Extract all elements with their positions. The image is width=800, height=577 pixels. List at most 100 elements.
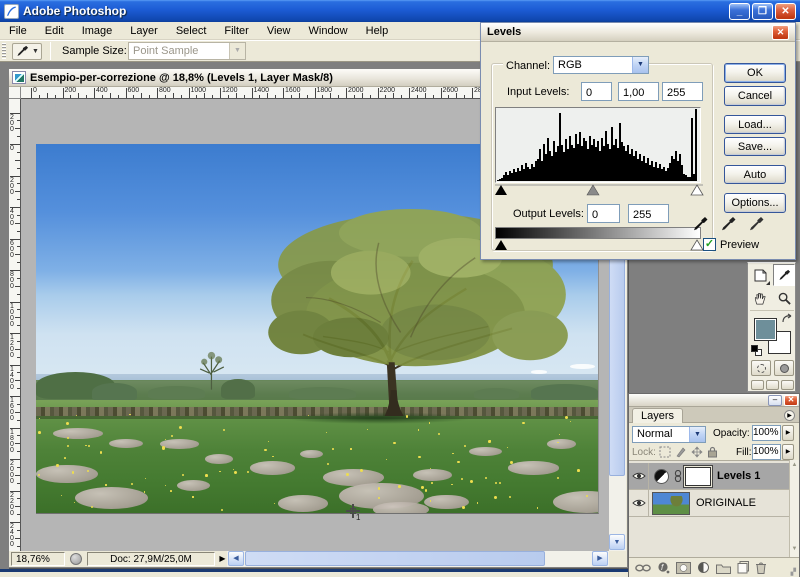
output-shadow-field[interactable] xyxy=(587,204,620,223)
photo-rock xyxy=(373,502,429,514)
zoom-level-field[interactable]: 18,76% xyxy=(11,552,65,566)
white-eyedropper-icon[interactable] xyxy=(749,215,765,232)
cancel-button[interactable]: Cancel xyxy=(724,86,786,106)
auto-button[interactable]: Auto xyxy=(724,165,786,184)
lock-all-icon[interactable] xyxy=(707,446,718,458)
layers-palette-titlebar[interactable]: – ✕ xyxy=(629,394,799,407)
options-bar-grip[interactable] xyxy=(2,43,6,59)
menu-item-edit[interactable]: Edit xyxy=(36,22,73,40)
layer-name[interactable]: Levels 1 xyxy=(717,470,760,482)
new-adjustment-layer-icon[interactable] xyxy=(697,561,710,574)
layer-row-levels-1[interactable]: Levels 1 xyxy=(629,463,789,490)
visibility-toggle[interactable] xyxy=(629,490,649,517)
new-layer-icon[interactable] xyxy=(737,561,749,574)
input-shadow-field[interactable] xyxy=(581,82,612,101)
photo-flower xyxy=(430,468,431,469)
fill-slider-button[interactable]: ▶ xyxy=(782,444,794,460)
resize-grip[interactable]: ▞ xyxy=(791,568,797,576)
sample-size-dropdown[interactable]: Point Sample ▼ xyxy=(128,42,246,60)
scroll-right-button[interactable]: ▶ xyxy=(592,551,608,566)
standard-mode-button[interactable] xyxy=(751,360,771,376)
output-sliders[interactable] xyxy=(493,239,705,251)
output-highlight-field[interactable] xyxy=(628,204,669,223)
levels-close-button[interactable]: ✕ xyxy=(772,25,789,40)
swap-colors-icon[interactable] xyxy=(781,313,794,325)
black-eyedropper-icon[interactable] xyxy=(693,215,709,232)
close-button[interactable]: ✕ xyxy=(775,3,796,20)
quick-mask-mode-button[interactable] xyxy=(774,360,794,376)
layer-name[interactable]: ORIGINALE xyxy=(696,497,756,509)
zoom-tool[interactable] xyxy=(773,287,795,309)
save-button[interactable]: Save... xyxy=(724,137,786,156)
photo-rock xyxy=(250,461,295,474)
restore-button[interactable]: ❐ xyxy=(752,3,773,20)
input-sliders[interactable] xyxy=(493,183,705,196)
horizontal-scroll-thumb[interactable] xyxy=(245,551,545,566)
layers-scrollbar[interactable]: ▲ ▼ xyxy=(789,460,799,557)
lock-transparency-icon[interactable] xyxy=(659,446,671,458)
layer-row-originale[interactable]: ORIGINALE xyxy=(629,490,789,517)
menu-item-file[interactable]: File xyxy=(0,22,36,40)
tab-layers[interactable]: Layers xyxy=(632,408,683,423)
channel-dropdown[interactable]: RGB ▼ xyxy=(553,56,649,74)
photo-flower xyxy=(192,496,193,497)
hand-tool[interactable] xyxy=(749,287,771,309)
horizontal-scrollbar[interactable]: ◀ ▶ xyxy=(227,551,609,567)
ok-button[interactable]: OK xyxy=(724,63,786,83)
menu-item-layer[interactable]: Layer xyxy=(121,22,167,40)
add-layer-mask-icon[interactable] xyxy=(676,562,691,574)
menu-item-select[interactable]: Select xyxy=(167,22,216,40)
fullscreen-menubar-mode-button[interactable] xyxy=(766,380,779,390)
photo-flower xyxy=(464,445,466,447)
current-tool-button[interactable]: ▼ xyxy=(12,43,42,60)
scroll-left-button[interactable]: ◀ xyxy=(228,551,244,566)
palette-menu-button[interactable]: ▶ xyxy=(784,410,795,421)
channel-label: Channel: xyxy=(503,60,553,72)
blend-mode-dropdown[interactable]: Normal ▼ xyxy=(632,426,706,443)
input-highlight-field[interactable] xyxy=(662,82,703,101)
layer-image-thumbnail[interactable] xyxy=(652,492,690,515)
scroll-up-icon[interactable]: ▲ xyxy=(790,462,799,468)
photo-small-tree xyxy=(196,345,227,393)
photo-flower xyxy=(105,484,106,485)
photo-flower xyxy=(91,506,93,508)
default-colors-icon[interactable] xyxy=(751,345,762,356)
new-group-icon[interactable] xyxy=(716,562,731,574)
photo-flower xyxy=(332,448,334,450)
eyedropper-tool-selected[interactable] xyxy=(773,264,795,286)
preview-checkbox[interactable]: ✓ xyxy=(703,238,716,251)
vertical-ruler[interactable]: 2 0 002 0 04 0 06 0 08 0 01 0 0 01 2 0 0… xyxy=(9,99,21,551)
menu-item-image[interactable]: Image xyxy=(73,22,122,40)
menu-item-help[interactable]: Help xyxy=(357,22,398,40)
palette-minimize-button[interactable]: – xyxy=(768,395,782,406)
delete-layer-icon[interactable] xyxy=(755,561,767,574)
scroll-down-button[interactable]: ▼ xyxy=(609,534,625,550)
opacity-value[interactable]: 100% xyxy=(752,425,781,441)
menu-item-window[interactable]: Window xyxy=(300,22,357,40)
adjustment-layer-thumbnail[interactable] xyxy=(654,469,669,484)
lock-pixels-icon[interactable] xyxy=(675,446,687,458)
minimize-button[interactable]: _ xyxy=(729,3,750,20)
levels-dialog-titlebar[interactable]: Levels ✕ xyxy=(481,23,795,42)
load-button[interactable]: Load... xyxy=(724,115,786,134)
fullscreen-mode-button[interactable] xyxy=(781,380,794,390)
color-sampler-marker[interactable]: 1 xyxy=(346,504,360,518)
ruler-label: 0 xyxy=(10,146,14,152)
fill-value[interactable]: 100% xyxy=(752,444,781,460)
notes-tool[interactable] xyxy=(749,264,771,286)
input-gamma-field[interactable] xyxy=(618,82,659,101)
foreground-color-swatch[interactable] xyxy=(754,318,777,341)
visibility-toggle[interactable] xyxy=(629,463,649,490)
palette-close-button[interactable]: ✕ xyxy=(784,395,798,406)
link-layers-icon[interactable] xyxy=(635,563,651,573)
layer-mask-thumbnail[interactable] xyxy=(685,467,711,486)
lock-position-icon[interactable] xyxy=(691,446,703,458)
options-button[interactable]: Options... xyxy=(724,193,786,213)
menu-item-view[interactable]: View xyxy=(258,22,300,40)
standard-screen-mode-button[interactable] xyxy=(751,380,764,390)
menu-item-filter[interactable]: Filter xyxy=(215,22,257,40)
layer-style-icon[interactable]: f xyxy=(657,561,670,574)
scroll-down-icon[interactable]: ▼ xyxy=(790,546,799,552)
gray-eyedropper-icon[interactable] xyxy=(721,215,737,232)
opacity-slider-button[interactable]: ▶ xyxy=(782,425,794,441)
